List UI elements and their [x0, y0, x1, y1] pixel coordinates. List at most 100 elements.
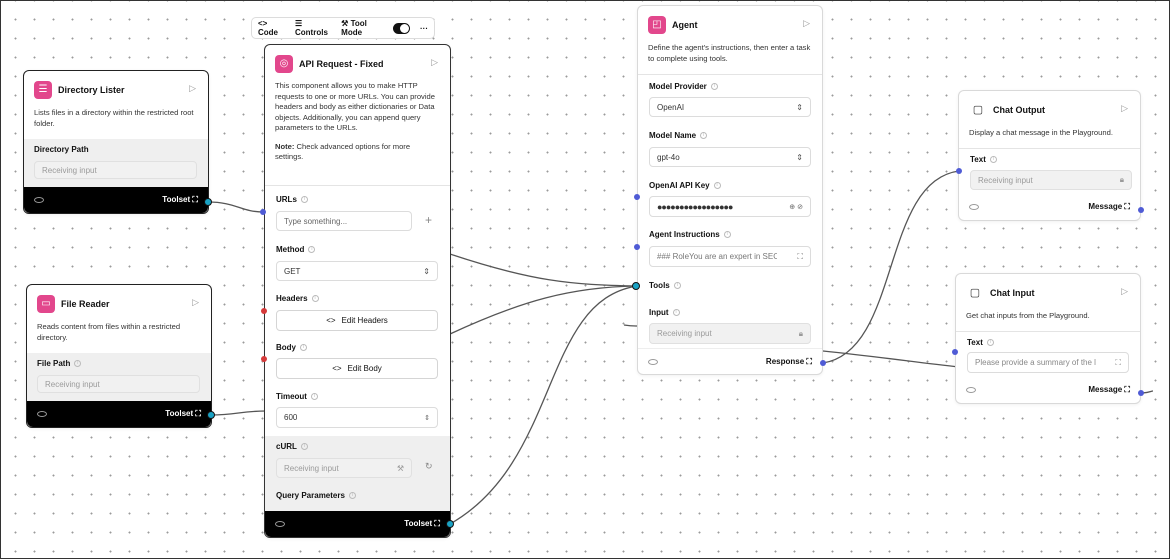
more-button[interactable]: ···	[420, 24, 428, 33]
add-url-button[interactable]: +	[425, 213, 432, 227]
edge-dirlister-to-api	[207, 201, 265, 213]
eye-off-icon: ⊘	[797, 203, 803, 211]
edit-body-button[interactable]: <> Edit Body	[276, 358, 438, 379]
file-path-input[interactable]: Receiving input	[37, 375, 200, 393]
toolset-icon: ⛶	[806, 356, 812, 366]
wrench-icon: ⚒	[341, 19, 349, 28]
edge-agent-to-chatoutput	[822, 170, 960, 364]
edge-api-to-agent-tools	[449, 285, 638, 525]
instructions-handle[interactable]	[634, 244, 640, 250]
node-file-reader[interactable]: ▭ File Reader ▷ Reads content from files…	[26, 284, 212, 428]
expand-icon: ⛶	[797, 251, 803, 261]
toolset-icon: ⛶	[1124, 202, 1130, 211]
text-label: Text i	[970, 155, 997, 164]
directory-path-input[interactable]: Receiving input	[34, 161, 197, 179]
globe-icon: ◎	[275, 55, 293, 73]
dirlister-output-handle[interactable]	[204, 198, 212, 206]
urls-input[interactable]: Type something...	[276, 211, 412, 231]
chat-output-input-handle[interactable]	[956, 168, 962, 174]
node-description: Define the agent's instructions, then en…	[648, 43, 811, 63]
model-provider-select[interactable]: OpenAI ⇕	[649, 97, 811, 117]
tools-input-handle[interactable]	[632, 282, 640, 290]
chat-output-text-input[interactable]: Receiving input 🔒︎	[970, 170, 1132, 190]
curl-input[interactable]: Receiving input ⚒	[276, 458, 412, 478]
agent-input-field[interactable]: Receiving input 🔒︎	[649, 323, 811, 344]
chat-icon: ▢	[966, 284, 984, 302]
query-params-label: Query Parameters i	[276, 491, 356, 500]
chat-output-output-handle[interactable]	[1138, 207, 1144, 213]
edge-filereader-to-agent-tools	[449, 285, 638, 335]
run-icon[interactable]: ▷	[431, 57, 438, 68]
chat-input-output-handle[interactable]	[1138, 390, 1144, 396]
method-select[interactable]: GET ⇕	[276, 261, 438, 281]
node-title: Directory Lister	[58, 85, 125, 95]
file-path-label: File Path i	[37, 359, 82, 368]
run-icon[interactable]: ▷	[192, 297, 199, 308]
eye-icon[interactable]	[648, 358, 658, 365]
node-note: Note: Check advanced options for more se…	[275, 141, 411, 162]
api-key-handle[interactable]	[634, 194, 640, 200]
eye-icon[interactable]	[34, 197, 44, 203]
timeout-label: Timeout i	[276, 392, 318, 401]
run-icon[interactable]: ▷	[1121, 286, 1128, 297]
node-chat-output[interactable]: ▢ Chat Output ▷ Display a chat message i…	[958, 90, 1141, 221]
node-title: Agent	[672, 20, 698, 30]
stepper-icon: ⇕	[424, 414, 430, 422]
eye-icon[interactable]	[275, 521, 285, 527]
run-icon[interactable]: ▷	[803, 18, 810, 29]
edit-headers-button[interactable]: <> Edit Headers	[276, 310, 438, 331]
response-output-handle[interactable]	[820, 360, 826, 366]
edge-filereader-to-api	[210, 410, 267, 416]
api-output-handle[interactable]	[446, 520, 454, 528]
chevron-updown-icon: ⇕	[796, 102, 803, 112]
message-footer: Message ⛶	[959, 194, 1140, 220]
node-title: Chat Output	[993, 105, 1045, 115]
model-provider-label: Model Provider i	[649, 82, 718, 91]
headers-label: Headers i	[276, 294, 319, 303]
model-name-label: Model Name i	[649, 131, 708, 140]
urls-label: URLs i	[276, 195, 308, 204]
toolset-icon: ⛶	[1124, 385, 1130, 394]
filereader-output-handle[interactable]	[207, 411, 215, 419]
agent-instructions-input[interactable]: ### RoleYou are an expert in SEO c ⛶	[649, 246, 811, 267]
agent-instructions-label: Agent Instructions i	[649, 230, 731, 239]
eye-icon[interactable]	[969, 204, 979, 210]
chat-icon: ▢	[969, 101, 987, 119]
node-directory-lister[interactable]: ☰ Directory Lister ▷ Lists files in a di…	[23, 70, 209, 214]
api-key-input[interactable]: ●●●●●●●●●●●●●●●●● ⊕ ⊘	[649, 196, 811, 217]
refresh-icon[interactable]: ↻	[425, 461, 433, 472]
body-input-handle[interactable]	[261, 356, 267, 362]
tool-mode-toggle[interactable]	[392, 22, 410, 34]
chat-input-text-handle[interactable]	[952, 349, 958, 355]
tools-label: Tools i	[649, 281, 681, 290]
node-api-request[interactable]: ◎ API Request - Fixed ▷ This component a…	[264, 44, 451, 538]
directory-path-label: Directory Path	[34, 145, 89, 154]
node-description: Get chat inputs from the Playground.	[966, 311, 1090, 320]
expand-icon: ⛶	[1115, 357, 1121, 367]
toolset-icon: ⛶	[192, 195, 198, 204]
edge-agent-input-loop	[623, 324, 638, 327]
chevron-updown-icon: ⇕	[796, 152, 803, 162]
chat-input-text-input[interactable]: Please provide a summary of the l ⛶	[967, 352, 1129, 373]
code-icon: <>	[332, 364, 342, 373]
eye-icon[interactable]	[966, 387, 976, 393]
timeout-input[interactable]: 600 ⇕	[276, 407, 438, 428]
eye-icon[interactable]	[37, 411, 47, 417]
model-name-select[interactable]: gpt-4o ⇕	[649, 147, 811, 167]
robot-icon: ◰	[648, 16, 666, 34]
code-icon: <>	[326, 316, 336, 325]
node-agent[interactable]: ◰ Agent ▷ Define the agent's instruction…	[637, 5, 823, 375]
node-chat-input[interactable]: ▢ Chat Input ▷ Get chat inputs from the …	[955, 273, 1141, 404]
run-icon[interactable]: ▷	[1121, 103, 1128, 114]
headers-input-handle[interactable]	[261, 308, 267, 314]
controls-button[interactable]: ☰ Controls	[295, 19, 331, 37]
tool-mode-label[interactable]: ⚒ Tool Mode	[341, 19, 383, 37]
toolset-footer: Toolset ⛶	[265, 511, 450, 537]
run-icon[interactable]: ▷	[189, 83, 196, 94]
node-toolbar: <> Code ☰ Controls ⚒ Tool Mode ···	[251, 17, 435, 39]
node-description: Lists files in a directory within the re…	[34, 108, 194, 128]
urls-input-handle[interactable]	[260, 209, 266, 215]
message-footer: Message ⛶	[956, 377, 1140, 403]
node-description: This component allows you to make HTTP r…	[275, 81, 435, 132]
code-button[interactable]: <> Code	[258, 19, 285, 37]
